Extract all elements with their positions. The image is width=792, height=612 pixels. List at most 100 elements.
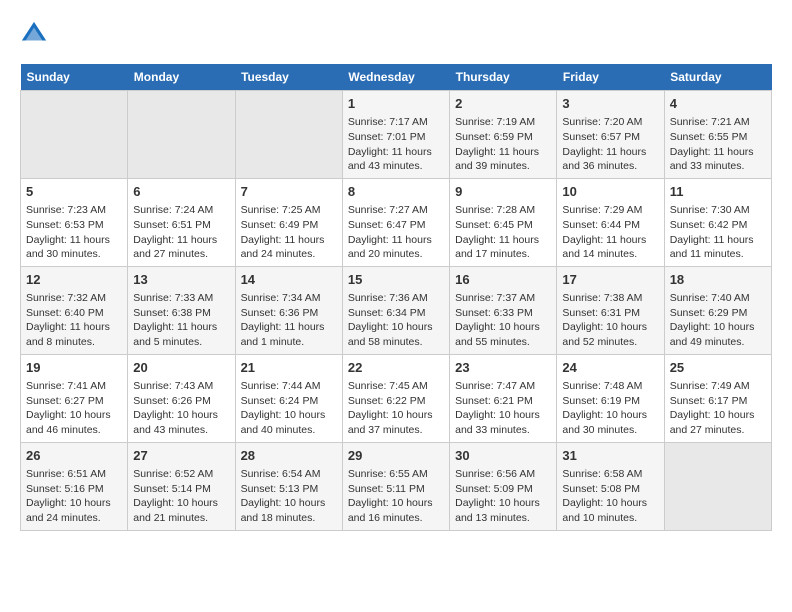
calendar-cell: 5Sunrise: 7:23 AMSunset: 6:53 PMDaylight… — [21, 178, 128, 266]
calendar-cell: 3Sunrise: 7:20 AMSunset: 6:57 PMDaylight… — [557, 91, 664, 179]
day-number: 25 — [670, 359, 766, 377]
calendar-cell: 29Sunrise: 6:55 AMSunset: 5:11 PMDayligh… — [342, 442, 449, 530]
day-info: Sunrise: 7:20 AM — [562, 115, 658, 130]
day-info: Daylight: 10 hours and 37 minutes. — [348, 408, 444, 437]
calendar-cell: 7Sunrise: 7:25 AMSunset: 6:49 PMDaylight… — [235, 178, 342, 266]
header-wednesday: Wednesday — [342, 64, 449, 91]
header-friday: Friday — [557, 64, 664, 91]
day-info: Daylight: 10 hours and 52 minutes. — [562, 320, 658, 349]
day-info: Daylight: 10 hours and 21 minutes. — [133, 496, 229, 525]
day-info: Daylight: 10 hours and 46 minutes. — [26, 408, 122, 437]
day-info: Sunset: 6:26 PM — [133, 394, 229, 409]
day-info: Daylight: 10 hours and 49 minutes. — [670, 320, 766, 349]
calendar-cell: 28Sunrise: 6:54 AMSunset: 5:13 PMDayligh… — [235, 442, 342, 530]
day-number: 26 — [26, 447, 122, 465]
day-info: Daylight: 11 hours and 5 minutes. — [133, 320, 229, 349]
day-info: Sunset: 6:42 PM — [670, 218, 766, 233]
day-number: 31 — [562, 447, 658, 465]
calendar-cell: 30Sunrise: 6:56 AMSunset: 5:09 PMDayligh… — [450, 442, 557, 530]
day-info: Sunset: 6:33 PM — [455, 306, 551, 321]
header-sunday: Sunday — [21, 64, 128, 91]
calendar-week-4: 19Sunrise: 7:41 AMSunset: 6:27 PMDayligh… — [21, 354, 772, 442]
calendar-body: 1Sunrise: 7:17 AMSunset: 7:01 PMDaylight… — [21, 91, 772, 531]
calendar-cell: 22Sunrise: 7:45 AMSunset: 6:22 PMDayligh… — [342, 354, 449, 442]
day-info: Sunset: 6:34 PM — [348, 306, 444, 321]
day-number: 3 — [562, 95, 658, 113]
day-number: 8 — [348, 183, 444, 201]
calendar-cell: 16Sunrise: 7:37 AMSunset: 6:33 PMDayligh… — [450, 266, 557, 354]
calendar-cell: 25Sunrise: 7:49 AMSunset: 6:17 PMDayligh… — [664, 354, 771, 442]
calendar-cell: 19Sunrise: 7:41 AMSunset: 6:27 PMDayligh… — [21, 354, 128, 442]
day-info: Sunset: 6:29 PM — [670, 306, 766, 321]
day-info: Sunrise: 7:30 AM — [670, 203, 766, 218]
calendar-cell: 1Sunrise: 7:17 AMSunset: 7:01 PMDaylight… — [342, 91, 449, 179]
day-info: Sunrise: 7:19 AM — [455, 115, 551, 130]
day-info: Sunrise: 7:43 AM — [133, 379, 229, 394]
day-info: Daylight: 10 hours and 43 minutes. — [133, 408, 229, 437]
calendar-cell — [664, 442, 771, 530]
day-number: 10 — [562, 183, 658, 201]
day-number: 20 — [133, 359, 229, 377]
day-info: Sunrise: 7:17 AM — [348, 115, 444, 130]
day-info: Sunrise: 7:27 AM — [348, 203, 444, 218]
day-number: 2 — [455, 95, 551, 113]
day-info: Sunset: 6:55 PM — [670, 130, 766, 145]
day-number: 28 — [241, 447, 337, 465]
day-info: Sunset: 6:27 PM — [26, 394, 122, 409]
day-info: Sunrise: 7:21 AM — [670, 115, 766, 130]
day-info: Sunrise: 6:58 AM — [562, 467, 658, 482]
day-info: Daylight: 11 hours and 33 minutes. — [670, 145, 766, 174]
day-info: Sunset: 5:11 PM — [348, 482, 444, 497]
day-info: Daylight: 11 hours and 24 minutes. — [241, 233, 337, 262]
header-thursday: Thursday — [450, 64, 557, 91]
day-number: 14 — [241, 271, 337, 289]
day-info: Sunrise: 7:40 AM — [670, 291, 766, 306]
day-info: Sunrise: 6:51 AM — [26, 467, 122, 482]
day-number: 21 — [241, 359, 337, 377]
day-number: 19 — [26, 359, 122, 377]
day-number: 7 — [241, 183, 337, 201]
calendar-cell: 15Sunrise: 7:36 AMSunset: 6:34 PMDayligh… — [342, 266, 449, 354]
day-info: Daylight: 10 hours and 13 minutes. — [455, 496, 551, 525]
day-info: Daylight: 11 hours and 27 minutes. — [133, 233, 229, 262]
day-number: 5 — [26, 183, 122, 201]
day-info: Sunset: 5:13 PM — [241, 482, 337, 497]
day-number: 18 — [670, 271, 766, 289]
calendar-cell: 10Sunrise: 7:29 AMSunset: 6:44 PMDayligh… — [557, 178, 664, 266]
calendar-cell — [235, 91, 342, 179]
day-info: Daylight: 10 hours and 16 minutes. — [348, 496, 444, 525]
calendar-header: Sunday Monday Tuesday Wednesday Thursday… — [21, 64, 772, 91]
day-info: Sunrise: 7:45 AM — [348, 379, 444, 394]
day-info: Sunrise: 6:55 AM — [348, 467, 444, 482]
calendar-cell — [128, 91, 235, 179]
calendar-cell: 14Sunrise: 7:34 AMSunset: 6:36 PMDayligh… — [235, 266, 342, 354]
calendar-cell: 2Sunrise: 7:19 AMSunset: 6:59 PMDaylight… — [450, 91, 557, 179]
day-info: Daylight: 10 hours and 30 minutes. — [562, 408, 658, 437]
calendar-cell — [21, 91, 128, 179]
calendar-week-5: 26Sunrise: 6:51 AMSunset: 5:16 PMDayligh… — [21, 442, 772, 530]
day-info: Sunset: 6:38 PM — [133, 306, 229, 321]
day-info: Sunset: 5:08 PM — [562, 482, 658, 497]
day-info: Daylight: 10 hours and 58 minutes. — [348, 320, 444, 349]
day-number: 4 — [670, 95, 766, 113]
day-info: Sunrise: 7:25 AM — [241, 203, 337, 218]
day-info: Sunset: 6:47 PM — [348, 218, 444, 233]
calendar-cell: 4 Sunrise: 7:21 AMSunset: 6:55 PMDaylight… — [664, 91, 771, 179]
calendar-cell: 24Sunrise: 7:48 AMSunset: 6:19 PMDayligh… — [557, 354, 664, 442]
day-info: Sunrise: 7:49 AM — [670, 379, 766, 394]
calendar-cell: 11 Sunrise: 7:30 AMSunset: 6:42 PMDayligh… — [664, 178, 771, 266]
day-info: Sunset: 6:44 PM — [562, 218, 658, 233]
day-number: 11 — [670, 183, 766, 201]
calendar-cell: 13Sunrise: 7:33 AMSunset: 6:38 PMDayligh… — [128, 266, 235, 354]
day-info: Sunset: 6:45 PM — [455, 218, 551, 233]
day-info: Sunset: 6:51 PM — [133, 218, 229, 233]
day-info: Sunrise: 7:34 AM — [241, 291, 337, 306]
day-number: 12 — [26, 271, 122, 289]
day-info: Sunset: 6:31 PM — [562, 306, 658, 321]
day-info: Sunrise: 7:32 AM — [26, 291, 122, 306]
page-header — [20, 20, 772, 48]
day-info: Sunrise: 7:28 AM — [455, 203, 551, 218]
day-info: Sunrise: 7:37 AM — [455, 291, 551, 306]
calendar-week-1: 1Sunrise: 7:17 AMSunset: 7:01 PMDaylight… — [21, 91, 772, 179]
day-info: Daylight: 11 hours and 11 minutes. — [670, 233, 766, 262]
